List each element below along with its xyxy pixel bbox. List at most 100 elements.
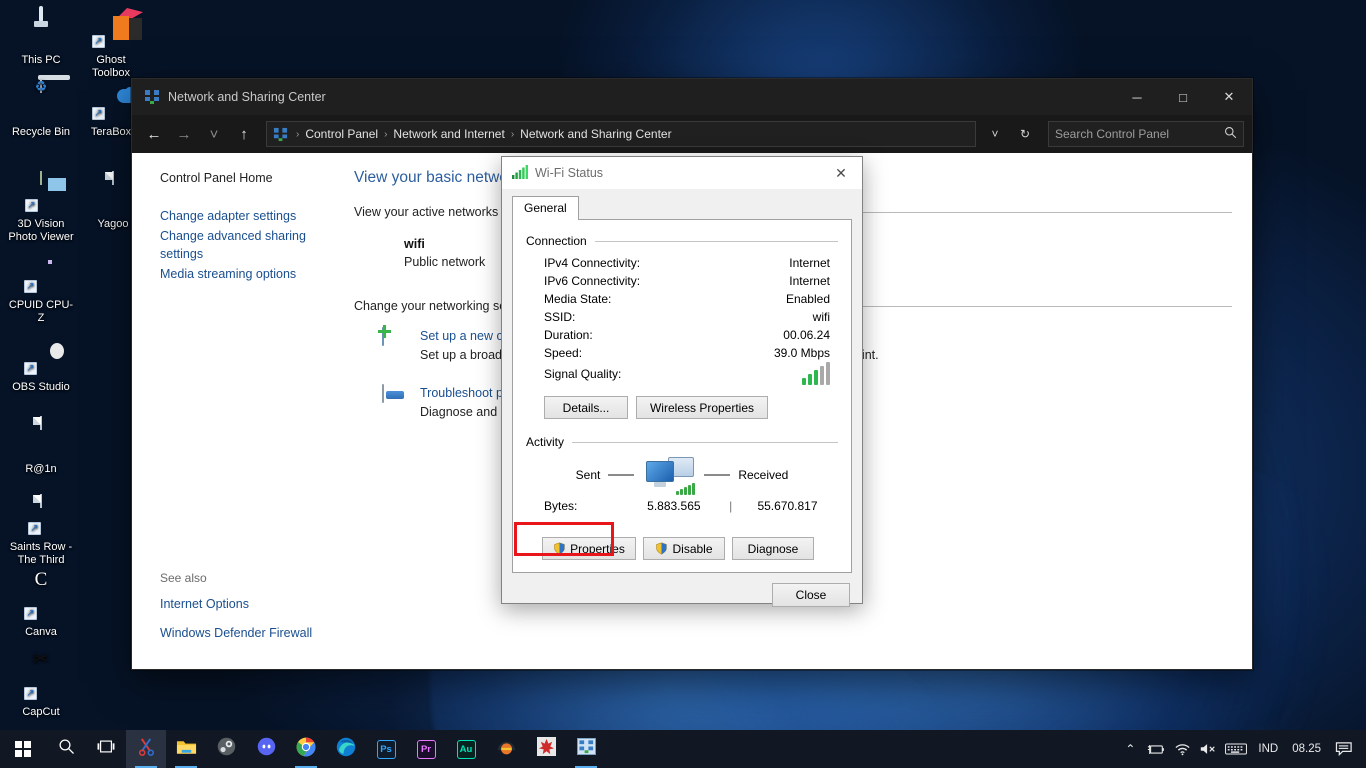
taskbar-microsoft-edge[interactable] [326, 730, 366, 768]
steam-icon [217, 737, 236, 761]
taskbar-control-panel[interactable] [566, 730, 606, 768]
desktop-icon-ghost-toolbox[interactable]: ↗ Ghost Toolbox [76, 8, 146, 79]
audition-icon: Au [456, 739, 476, 759]
connection-group-label: Connection [526, 234, 587, 248]
wifi-icon[interactable] [1169, 730, 1195, 768]
speaker-muted-icon[interactable] [1195, 730, 1221, 768]
desktop-icon-capcut[interactable]: ↗ CapCut [6, 660, 76, 719]
properties-button[interactable]: Properties [542, 537, 636, 560]
task-view-icon [97, 739, 115, 759]
detail-value: 00.06.24 [783, 328, 830, 342]
notification-icon[interactable] [1328, 730, 1360, 768]
recent-locations-button[interactable]: ˅ [200, 120, 228, 148]
photoshop-icon: Ps [376, 739, 396, 759]
search-icon [58, 738, 75, 760]
headphones-icon [497, 738, 516, 760]
taskbar-maple-app[interactable] [526, 730, 566, 768]
taskbar: Ps Pr Au ⌃ IND 08.25 [0, 730, 1366, 768]
breadcrumb-separator: › [510, 128, 515, 140]
start-button[interactable] [0, 730, 46, 768]
detail-key: SSID: [544, 310, 576, 324]
sidebar-item-media-streaming-options[interactable]: Media streaming options [160, 265, 354, 283]
window-title-bar[interactable]: Network and Sharing Center ─ □ ✕ [132, 79, 1252, 115]
diagnose-button[interactable]: Diagnose [732, 537, 814, 560]
search-button[interactable] [46, 730, 86, 768]
control-panel-sidebar: Control Panel Home Change adapter settin… [132, 153, 354, 669]
taskbar-headphones-app[interactable] [486, 730, 526, 768]
canva-icon: ↗ [19, 580, 63, 622]
forward-button[interactable]: → [170, 120, 198, 148]
taskbar-google-chrome[interactable] [286, 730, 326, 768]
details-button[interactable]: Details... [544, 396, 628, 419]
breadcrumb-item-control-panel[interactable]: Control Panel [305, 127, 378, 141]
desktop-icon-cpuid-cpu-z[interactable]: ↗ CPUID CPU-Z [6, 253, 76, 324]
taskbar-snipping-tool[interactable] [126, 730, 166, 768]
document-icon [19, 416, 63, 459]
detail-value: Internet [789, 274, 830, 288]
desktop-icon-saints-row-the-third[interactable]: ↗ Saints Row - The Third [2, 494, 80, 566]
network-sharing-icon [273, 127, 288, 142]
signal-quality-label: Signal Quality: [544, 367, 622, 381]
close-dialog-button[interactable]: Close [772, 583, 850, 607]
desktop-icon-canva[interactable]: ↗ Canva [6, 580, 76, 639]
desktop-icon-recycle-bin[interactable]: Recycle Bin [6, 79, 76, 139]
shortcut-arrow-icon: ↗ [25, 199, 38, 212]
refresh-icon[interactable]: ↻ [1010, 121, 1040, 147]
breadcrumb-separator: › [296, 128, 300, 140]
system-tray: ⌃ IND 08.25 [1117, 730, 1366, 768]
desktop-icon-this-pc[interactable]: This PC [6, 6, 76, 67]
activity-diagram: Sent Received [526, 455, 838, 495]
see-also-section: See also Internet Options Windows Defend… [160, 571, 360, 653]
minimize-button[interactable]: ─ [1114, 79, 1160, 115]
search-input[interactable]: Search Control Panel [1048, 121, 1244, 147]
taskbar-discord[interactable] [246, 730, 286, 768]
bytes-label: Bytes: [544, 499, 578, 513]
taskbar-steam[interactable] [206, 730, 246, 768]
taskbar-audition[interactable]: Au [446, 730, 486, 768]
document-icon [91, 171, 135, 214]
breadcrumb[interactable]: › Control Panel › Network and Internet ›… [266, 121, 976, 147]
back-button[interactable]: ← [140, 120, 168, 148]
keyboard-icon[interactable] [1221, 730, 1251, 768]
window-title: Network and Sharing Center [168, 90, 326, 104]
detail-row-duration: Duration: 00.06.24 [526, 326, 838, 344]
shortcut-arrow-icon: ↗ [92, 107, 105, 120]
taskbar-premiere-pro[interactable]: Pr [406, 730, 446, 768]
task-view-button[interactable] [86, 730, 126, 768]
windows-logo-icon [15, 741, 31, 757]
close-button[interactable]: ✕ [1206, 79, 1252, 115]
up-button[interactable]: ↑ [230, 120, 258, 148]
desktop-icon-obs-studio[interactable]: ↗ OBS Studio [6, 335, 76, 394]
desktop-icon-label: Recycle Bin [11, 126, 71, 138]
desktop-icon-label: OBS Studio [12, 381, 70, 393]
desktop-icon-3d-vision-photo-viewer[interactable]: ↗ 3D Vision Photo Viewer [2, 171, 80, 243]
detail-row-speed: Speed: 39.0 Mbps [526, 344, 838, 362]
chevron-down-icon[interactable]: ˅ [980, 121, 1010, 147]
dialog-title-bar[interactable]: Wi-Fi Status ✕ [502, 157, 862, 189]
dialog-tabs: General [502, 189, 862, 220]
disable-button[interactable]: Disable [643, 537, 725, 560]
show-hidden-icons-button[interactable]: ⌃ [1117, 730, 1143, 768]
taskbar-photoshop[interactable]: Ps [366, 730, 406, 768]
maximize-button[interactable]: □ [1160, 79, 1206, 115]
sidebar-item-change-advanced-sharing-settings[interactable]: Change advanced sharing settings [160, 227, 310, 263]
shortcut-arrow-icon: ↗ [92, 35, 105, 48]
sidebar-item-control-panel-home[interactable]: Control Panel Home [160, 171, 354, 185]
photo-viewer-icon: ↗ [19, 171, 63, 214]
clock[interactable]: 08.25 [1285, 730, 1328, 768]
taskbar-file-explorer[interactable] [166, 730, 206, 768]
language-indicator[interactable]: IND [1251, 730, 1285, 768]
see-also-internet-options[interactable]: Internet Options [160, 595, 360, 613]
tab-general[interactable]: General [512, 196, 579, 220]
dialog-close-icon[interactable]: ✕ [820, 157, 862, 189]
wireless-properties-button[interactable]: Wireless Properties [636, 396, 768, 419]
see-also-windows-defender-firewall[interactable]: Windows Defender Firewall [160, 624, 360, 642]
sidebar-item-change-adapter-settings[interactable]: Change adapter settings [160, 207, 354, 225]
document-shortcut-icon: ↗ [19, 494, 63, 537]
breadcrumb-item-network-and-internet[interactable]: Network and Internet [393, 127, 504, 141]
breadcrumb-item-network-and-sharing-center[interactable]: Network and Sharing Center [520, 127, 671, 141]
battery-icon[interactable] [1143, 730, 1169, 768]
shield-icon [554, 542, 565, 555]
desktop-icon-r1n[interactable]: R@1n [6, 416, 76, 476]
dialog-panel: Connection IPv4 Connectivity: Internet I… [512, 219, 852, 573]
